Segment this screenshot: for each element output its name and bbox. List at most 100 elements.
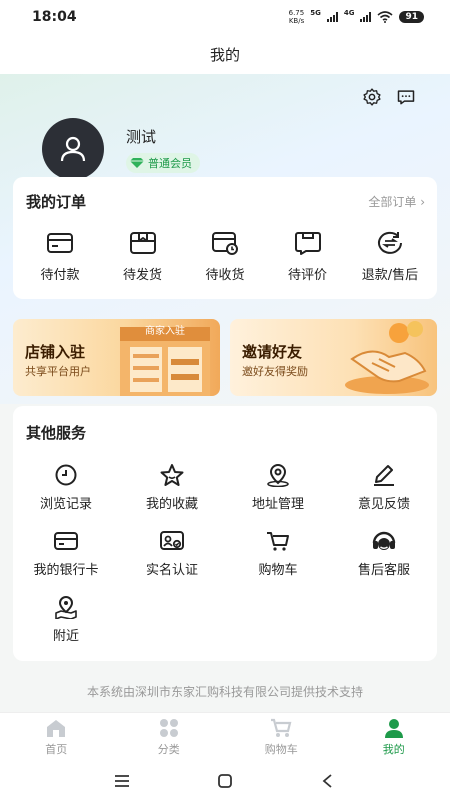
card-icon [47, 233, 73, 253]
services-card: 其他服务 浏览记录 我的收藏 地址管理 意见反馈 我的银行卡 实名认证 购物车 … [13, 406, 437, 661]
tab-label: 购物车 [264, 743, 298, 756]
category-icon [159, 719, 178, 737]
cart-icon [271, 718, 292, 737]
service-label: 购物车 [258, 563, 298, 578]
order-pending-receipt[interactable]: 待收货 [184, 230, 266, 283]
page-title: 我的 [209, 45, 240, 64]
all-orders-label: 全部订单 [368, 195, 417, 209]
user-info: 测试 普通会员 [126, 126, 200, 173]
header-actions [362, 87, 416, 107]
bank-card-icon [54, 532, 78, 550]
delivery-icon [212, 232, 238, 255]
order-label: 待发货 [122, 268, 162, 283]
signal-label-2: 4G [343, 9, 355, 17]
order-label: 待收货 [205, 268, 245, 283]
id-card-icon [160, 531, 184, 550]
invite-friends-banner[interactable]: 邀请好友 邀好友得奖励 [230, 319, 437, 396]
tab-mine[interactable]: 我的 [349, 718, 439, 757]
service-label: 实名认证 [145, 563, 198, 578]
review-icon [294, 232, 321, 255]
service-bank-card[interactable]: 我的银行卡 [13, 529, 119, 581]
tab-category[interactable]: 分类 [124, 718, 214, 757]
message-icon[interactable] [396, 87, 416, 107]
store-join-banner[interactable]: 商家入驻 店铺入驻 共享平台用户 [13, 319, 220, 396]
history-icon [55, 464, 77, 486]
handshake-illustration [345, 321, 429, 394]
tab-label: 首页 [45, 743, 68, 756]
signal-label-1: 5G [310, 9, 321, 17]
service-history[interactable]: 浏览记录 [13, 463, 119, 515]
home-button-icon[interactable] [216, 773, 234, 789]
service-favorites[interactable]: 我的收藏 [119, 463, 225, 515]
service-label: 附近 [52, 629, 79, 644]
member-level: 普通会员 [148, 156, 192, 170]
signal-icon [326, 12, 338, 22]
network-speed-value: 6.75 [288, 9, 305, 17]
user-icon [384, 719, 403, 738]
tab-home[interactable]: 首页 [11, 718, 101, 757]
order-pending-review[interactable]: 待评价 [267, 230, 349, 283]
orders-card: 我的订单 全部订单 › 待付款 待发货 待收货 待评价 退款/售后 [13, 177, 437, 299]
signal-icon-2 [360, 12, 372, 22]
status-time: 18:04 [32, 9, 77, 25]
service-address[interactable]: 地址管理 [225, 463, 331, 515]
cart-icon [267, 532, 289, 551]
service-label: 浏览记录 [39, 497, 92, 512]
settings-gear-icon[interactable] [362, 87, 382, 107]
order-pending-payment[interactable]: 待付款 [19, 230, 101, 283]
edit-icon [374, 465, 394, 486]
service-label: 意见反馈 [357, 497, 410, 512]
order-label: 待评价 [287, 268, 327, 283]
order-pending-shipment[interactable]: 待发货 [102, 230, 184, 283]
service-label: 我的收藏 [145, 497, 198, 512]
service-label: 售后客服 [357, 563, 410, 578]
service-feedback[interactable]: 意见反馈 [331, 463, 437, 515]
banner-sign-text: 商家入驻 [145, 326, 185, 337]
system-nav-bar [0, 762, 450, 800]
status-indicators: 6.75 KB/s 5G 4G 91 [289, 9, 424, 25]
service-nearby[interactable]: 附近 [13, 595, 119, 647]
bottom-tab-bar: 首页 分类 购物车 我的 [0, 712, 450, 762]
service-customer-support[interactable]: 售后客服 [331, 529, 437, 581]
refund-icon [378, 231, 402, 254]
service-label: 地址管理 [251, 497, 304, 512]
wifi-icon [377, 11, 393, 23]
star-icon [160, 464, 184, 486]
profile-section[interactable]: 测试 普通会员 [42, 118, 200, 180]
banner-title: 邀请好友 [242, 343, 303, 361]
orders-title: 我的订单 [26, 193, 87, 211]
user-avatar-icon [60, 136, 86, 162]
chevron-right-icon: › [420, 195, 425, 209]
tech-support-footer: 本系统由深圳市东家汇购科技有限公司提供技术支持 [86, 685, 363, 699]
all-orders-link[interactable]: 全部订单 › [368, 193, 425, 210]
home-icon [47, 720, 66, 737]
service-cart[interactable]: 购物车 [225, 529, 331, 581]
service-label: 我的银行卡 [33, 563, 99, 578]
status-bar: 18:04 6.75 KB/s 5G 4G 91 [0, 0, 450, 34]
box-icon [129, 232, 156, 254]
banner-title: 店铺入驻 [25, 343, 86, 361]
nearby-icon [55, 595, 77, 619]
service-id-verify[interactable]: 实名认证 [119, 529, 225, 581]
avatar[interactable] [42, 118, 104, 180]
order-refund[interactable]: 退款/售后 [349, 230, 431, 283]
member-badge: 普通会员 [126, 152, 200, 173]
network-speed: 6.75 KB/s [289, 9, 305, 25]
tab-label: 我的 [382, 743, 405, 756]
diamond-icon [130, 157, 144, 168]
headset-icon [372, 531, 396, 550]
location-icon [267, 463, 289, 487]
user-name: 测试 [126, 127, 157, 146]
order-label: 待付款 [40, 268, 80, 283]
menu-icon[interactable] [113, 773, 131, 789]
tab-label: 分类 [157, 743, 180, 756]
tab-cart[interactable]: 购物车 [236, 718, 326, 757]
battery-indicator: 91 [399, 11, 424, 23]
back-icon[interactable] [319, 773, 337, 789]
network-speed-unit: KB/s [288, 17, 305, 25]
banner-subtitle: 邀好友得奖励 [242, 365, 308, 378]
services-title: 其他服务 [26, 424, 87, 442]
banner-subtitle: 共享平台用户 [25, 365, 91, 378]
order-label: 退款/售后 [361, 268, 419, 283]
header: 我的 [0, 34, 450, 74]
